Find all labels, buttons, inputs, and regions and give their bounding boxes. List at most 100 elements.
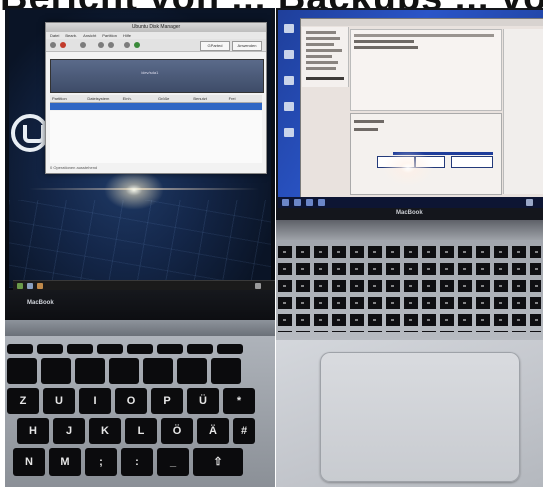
wallpaper-grid: [9, 200, 271, 288]
partition-graph[interactable]: /dev/sda1: [50, 59, 264, 93]
table-row-selected[interactable]: [50, 103, 262, 110]
desktop-icon[interactable]: [284, 76, 294, 85]
desktop-icon[interactable]: [284, 50, 294, 59]
tray-icon[interactable]: [526, 199, 533, 206]
desktop-icon[interactable]: [284, 128, 294, 137]
volume-list[interactable]: [350, 29, 502, 111]
menu-start-icon[interactable]: [17, 283, 23, 289]
copy-icon[interactable]: [98, 42, 104, 48]
trackpad[interactable]: [320, 352, 520, 482]
key-h[interactable]: H: [17, 418, 49, 444]
key-ae[interactable]: Ä: [197, 418, 229, 444]
tree-item[interactable]: [306, 31, 336, 34]
key[interactable]: [187, 344, 213, 354]
start-icon[interactable]: [282, 199, 289, 206]
table-row[interactable]: [354, 46, 418, 49]
key-period[interactable]: :: [121, 448, 153, 476]
right-screen: [278, 10, 543, 208]
key[interactable]: [7, 344, 33, 354]
resize-icon[interactable]: [80, 42, 86, 48]
key-k[interactable]: K: [89, 418, 121, 444]
disk-partition[interactable]: [451, 156, 493, 168]
key-row-numbers: [7, 358, 241, 384]
undo-icon[interactable]: [124, 42, 130, 48]
key-l[interactable]: L: [125, 418, 157, 444]
browser-icon[interactable]: [37, 283, 43, 289]
tree-item[interactable]: [306, 55, 332, 58]
tree-item[interactable]: [306, 37, 340, 40]
key-m[interactable]: M: [49, 448, 81, 476]
key-shift[interactable]: ⇧: [193, 448, 243, 476]
menu-item-help[interactable]: Hilfe: [123, 32, 131, 39]
key[interactable]: [37, 344, 63, 354]
tree-item[interactable]: [306, 61, 338, 64]
key-i[interactable]: I: [79, 388, 111, 414]
tree-item[interactable]: [306, 77, 344, 80]
partition-table-header: Partition Dateisystem Einh. Größe Benutz…: [50, 95, 262, 103]
menu-item-edit[interactable]: Bearb.: [65, 32, 77, 39]
tree-item[interactable]: [306, 67, 336, 70]
keyboard-key-legends: [278, 246, 541, 332]
taskbar-app-icon[interactable]: [306, 199, 313, 206]
key[interactable]: [67, 344, 93, 354]
key-p[interactable]: P: [151, 388, 183, 414]
actions-pane[interactable]: [503, 29, 543, 194]
key[interactable]: [177, 358, 207, 384]
tray-icon[interactable]: [255, 283, 261, 289]
key[interactable]: [143, 358, 173, 384]
key-o[interactable]: O: [115, 388, 147, 414]
key[interactable]: [41, 358, 71, 384]
tree-item[interactable]: [306, 49, 342, 52]
key-n[interactable]: N: [13, 448, 45, 476]
left-photo: Ubuntu Disk Manager Datei Bearb. Ansicht…: [5, 8, 275, 487]
key-j[interactable]: J: [53, 418, 85, 444]
app-title[interactable]: Ubuntu Disk Manager: [46, 23, 266, 32]
apply-check-icon[interactable]: [134, 42, 140, 48]
new-icon[interactable]: [50, 42, 56, 48]
menu-item-file[interactable]: Datei: [50, 32, 59, 39]
windows-taskbar: [278, 197, 543, 208]
desktop-icon[interactable]: [284, 24, 294, 33]
key[interactable]: [127, 344, 153, 354]
navigation-tree[interactable]: [302, 27, 349, 87]
app-window: Ubuntu Disk Manager Datei Bearb. Ansicht…: [45, 22, 267, 174]
window-titlebar[interactable]: [301, 19, 543, 26]
key[interactable]: [157, 344, 183, 354]
key[interactable]: [211, 358, 241, 384]
table-row[interactable]: [354, 34, 494, 37]
key-plus[interactable]: *: [223, 388, 255, 414]
key-z[interactable]: Z: [7, 388, 39, 414]
key-minus[interactable]: _: [157, 448, 189, 476]
files-icon[interactable]: [27, 283, 33, 289]
key-row-function: [7, 344, 243, 354]
delete-icon[interactable]: [60, 42, 66, 48]
apply-button[interactable]: Anwenden: [232, 41, 262, 51]
col-filesystem[interactable]: Dateisystem: [85, 95, 120, 102]
key-comma[interactable]: ;: [85, 448, 117, 476]
key[interactable]: [109, 358, 139, 384]
taskbar-app-icon[interactable]: [294, 199, 301, 206]
key[interactable]: [7, 358, 37, 384]
taskbar-app-icon[interactable]: [318, 199, 325, 206]
col-unit[interactable]: Einh.: [121, 95, 156, 102]
key-hash[interactable]: #: [233, 418, 255, 444]
key-u[interactable]: U: [43, 388, 75, 414]
col-free[interactable]: Frei: [227, 95, 262, 102]
col-size[interactable]: Größe: [156, 95, 191, 102]
col-partition[interactable]: Partition: [50, 95, 85, 102]
partition-table-body: [50, 111, 262, 163]
key-ue[interactable]: Ü: [187, 388, 219, 414]
menu-item-view[interactable]: Ansicht: [83, 32, 96, 39]
col-used[interactable]: Benutzt: [191, 95, 226, 102]
partition-graph-label: /dev/sda1: [141, 70, 159, 75]
tree-item[interactable]: [306, 43, 334, 46]
key[interactable]: [75, 358, 105, 384]
desktop-icon[interactable]: [284, 102, 294, 111]
key[interactable]: [217, 344, 243, 354]
paste-icon[interactable]: [108, 42, 114, 48]
device-selector[interactable]: GParted: [200, 41, 230, 51]
key-oe[interactable]: Ö: [161, 418, 193, 444]
table-row[interactable]: [354, 40, 414, 43]
menu-item-partition[interactable]: Partition: [102, 32, 117, 39]
key[interactable]: [97, 344, 123, 354]
